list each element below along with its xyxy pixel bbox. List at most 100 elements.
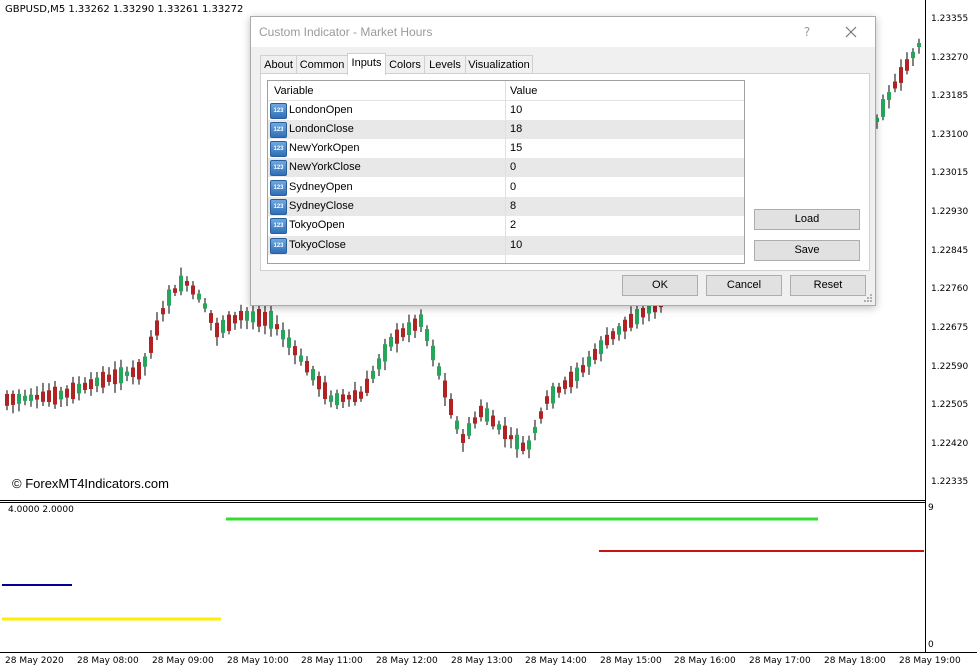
candle-body bbox=[911, 51, 915, 59]
price-label: 1.22590 bbox=[931, 362, 969, 372]
input-row-tokyoclose[interactable]: 123 TokyoClose 10 bbox=[268, 236, 744, 256]
time-label: 28 May 12:00 bbox=[376, 656, 438, 666]
candle-body bbox=[353, 390, 357, 403]
dialog-titlebar[interactable]: Custom Indicator - Market Hours ? bbox=[251, 17, 875, 47]
candle-body bbox=[899, 67, 903, 83]
candle-body bbox=[95, 377, 99, 387]
candle-body bbox=[227, 314, 231, 331]
variable-value[interactable]: 8 bbox=[510, 200, 516, 212]
candle-body bbox=[461, 434, 465, 443]
candle-body bbox=[917, 42, 921, 48]
time-label: 28 May 17:00 bbox=[749, 656, 811, 666]
price-label: 1.22760 bbox=[931, 284, 969, 294]
variable-value[interactable]: 10 bbox=[510, 239, 522, 251]
variable-column-header[interactable]: Variable bbox=[274, 85, 314, 97]
candle-body bbox=[473, 417, 477, 424]
candle-body bbox=[881, 99, 885, 117]
indicator-scale-max: 9 bbox=[928, 503, 934, 513]
tab-colors[interactable]: Colors bbox=[385, 55, 425, 74]
candle-body bbox=[581, 365, 585, 373]
candle-body bbox=[299, 355, 303, 362]
candle-body bbox=[515, 434, 519, 450]
input-row-newyorkopen[interactable]: 123 NewYorkOpen 15 bbox=[268, 139, 744, 159]
candle-body bbox=[383, 344, 387, 362]
input-row-sydneyopen[interactable]: 123 SydneyOpen 0 bbox=[268, 178, 744, 198]
variable-name: TokyoOpen bbox=[289, 219, 345, 231]
load-button[interactable]: Load bbox=[754, 209, 860, 230]
tab-about[interactable]: About bbox=[260, 55, 297, 74]
input-row-sydneyclose[interactable]: 123 SydneyClose 8 bbox=[268, 197, 744, 217]
candle-body bbox=[137, 362, 141, 380]
help-button[interactable]: ? bbox=[797, 23, 817, 41]
input-row-londonclose[interactable]: 123 LondonClose 18 bbox=[268, 120, 744, 140]
inputs-grid: Variable Value 123 LondonOpen 10 123 Lon… bbox=[267, 80, 745, 264]
candle-body bbox=[77, 383, 81, 394]
time-label: 28 May 18:00 bbox=[824, 656, 886, 666]
variable-value[interactable]: 18 bbox=[510, 123, 522, 135]
candle-body bbox=[41, 391, 45, 402]
candle-body bbox=[893, 81, 897, 89]
variable-name: LondonOpen bbox=[289, 104, 353, 116]
variable-value[interactable]: 0 bbox=[510, 161, 516, 173]
candle-body bbox=[569, 371, 573, 388]
candle-body bbox=[533, 426, 537, 434]
ok-button[interactable]: OK bbox=[622, 275, 698, 296]
candle-body bbox=[65, 388, 69, 398]
tab-levels[interactable]: Levels bbox=[424, 55, 466, 74]
price-label: 1.22930 bbox=[931, 207, 969, 217]
cancel-button[interactable]: Cancel bbox=[706, 275, 782, 296]
resize-grip-icon[interactable] bbox=[863, 293, 873, 303]
candle-body bbox=[437, 366, 441, 376]
candle-body bbox=[455, 420, 459, 430]
close-button[interactable] bbox=[839, 22, 863, 42]
candle-body bbox=[263, 311, 267, 326]
candle-body bbox=[239, 310, 243, 321]
candle-body bbox=[641, 307, 645, 318]
variable-value[interactable]: 2 bbox=[510, 219, 516, 231]
candle-body bbox=[503, 425, 507, 440]
integer-icon: 123 bbox=[270, 160, 287, 176]
integer-icon: 123 bbox=[270, 180, 287, 196]
candle-body bbox=[161, 308, 165, 315]
tab-visualization[interactable]: Visualization bbox=[465, 55, 533, 74]
price-label: 1.22420 bbox=[931, 439, 969, 449]
candle-body bbox=[335, 393, 339, 406]
reset-button[interactable]: Reset bbox=[790, 275, 866, 296]
candle-body bbox=[521, 442, 525, 451]
candle-body bbox=[119, 367, 123, 384]
input-row-newyorkclose[interactable]: 123 NewYorkClose 0 bbox=[268, 158, 744, 178]
candle-body bbox=[467, 423, 471, 436]
price-label: 1.22845 bbox=[931, 246, 969, 256]
variable-value[interactable]: 10 bbox=[510, 104, 522, 116]
input-row-tokyoopen[interactable]: 123 TokyoOpen 2 bbox=[268, 216, 744, 236]
variable-value[interactable]: 0 bbox=[510, 181, 516, 193]
time-label: 28 May 11:00 bbox=[301, 656, 363, 666]
candle-body bbox=[425, 329, 429, 341]
save-button[interactable]: Save bbox=[754, 240, 860, 261]
candle-body bbox=[107, 374, 111, 382]
tab-inputs[interactable]: Inputs bbox=[347, 53, 386, 75]
variable-name: SydneyOpen bbox=[289, 181, 353, 193]
candle-body bbox=[143, 356, 147, 367]
integer-icon: 123 bbox=[270, 199, 287, 215]
value-column-header[interactable]: Value bbox=[510, 85, 537, 97]
candle-body bbox=[323, 382, 327, 400]
variable-value[interactable]: 15 bbox=[510, 142, 522, 154]
candle-body bbox=[635, 309, 639, 325]
close-icon bbox=[845, 26, 857, 38]
variable-name: SydneyClose bbox=[289, 200, 354, 212]
candle-body bbox=[113, 369, 117, 385]
candle-body bbox=[605, 334, 609, 346]
candle-body bbox=[485, 408, 489, 422]
candle-body bbox=[11, 393, 15, 405]
candle-body bbox=[497, 424, 501, 430]
candle-body bbox=[305, 360, 309, 373]
candle-body bbox=[341, 394, 345, 402]
grid-header: Variable Value bbox=[268, 81, 744, 101]
candle-body bbox=[527, 440, 531, 450]
candle-body bbox=[623, 319, 627, 332]
candle-body bbox=[431, 345, 435, 361]
input-row-londonopen[interactable]: 123 LondonOpen 10 bbox=[268, 101, 744, 121]
candle-body bbox=[215, 322, 219, 338]
tab-common[interactable]: Common bbox=[296, 55, 348, 74]
